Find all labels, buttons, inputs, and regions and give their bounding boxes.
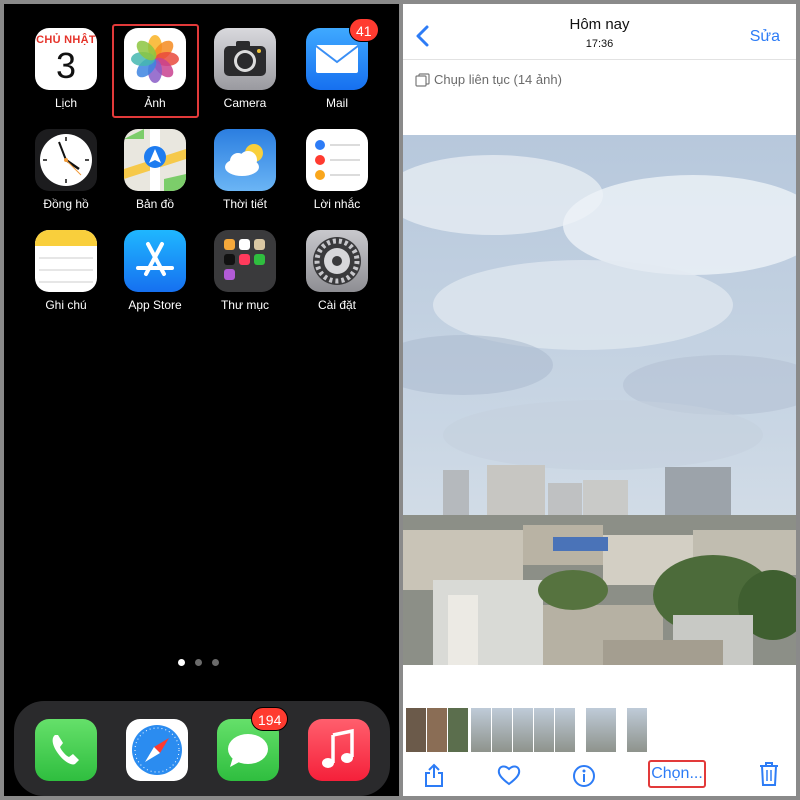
clock-icon bbox=[35, 129, 97, 191]
app-clock[interactable]: Đồng hồ bbox=[26, 129, 106, 211]
thumbnail[interactable] bbox=[555, 708, 575, 752]
app-label: Thư mục bbox=[220, 298, 270, 312]
thumbnail[interactable] bbox=[448, 708, 468, 752]
notes-icon bbox=[35, 230, 97, 292]
page-indicator[interactable] bbox=[178, 659, 219, 666]
messages-icon[interactable]: 194 bbox=[217, 707, 289, 781]
favorite-heart-icon[interactable] bbox=[497, 764, 521, 791]
app-label: Mail bbox=[325, 96, 348, 110]
app-label: Cài đặt bbox=[317, 298, 357, 312]
app-label: Đồng hồ bbox=[43, 197, 89, 211]
app-label: Bản đồ bbox=[135, 197, 175, 211]
edit-button[interactable]: Sửa bbox=[750, 28, 780, 46]
home-screen: CHỦ NHẬT 3 Lịch Ảnh Camera 41 Mail Đồng … bbox=[4, 4, 399, 796]
music-note-icon[interactable] bbox=[308, 719, 370, 781]
info-icon[interactable] bbox=[572, 764, 596, 793]
app-notes[interactable]: Ghi chú bbox=[26, 230, 106, 312]
dock: 194 bbox=[14, 701, 390, 796]
page-title: Hôm nay bbox=[569, 16, 630, 33]
trash-icon[interactable] bbox=[758, 761, 780, 792]
burst-thumbnail-strip[interactable] bbox=[403, 708, 796, 752]
photo-time: 17:36 bbox=[585, 38, 614, 50]
thumbnail-current[interactable] bbox=[586, 708, 616, 752]
phone-icon[interactable] bbox=[35, 719, 97, 781]
share-icon[interactable] bbox=[423, 762, 445, 793]
app-appstore[interactable]: App Store bbox=[115, 230, 195, 312]
app-camera[interactable]: Camera bbox=[205, 28, 285, 110]
page-dot bbox=[178, 659, 185, 666]
app-label: Ghi chú bbox=[45, 298, 87, 312]
app-label: App Store bbox=[128, 298, 182, 312]
thumbnail[interactable] bbox=[406, 708, 426, 752]
app-reminders[interactable]: Lời nhắc bbox=[297, 129, 377, 211]
thumbnail[interactable] bbox=[427, 708, 447, 752]
app-label: Lịch bbox=[54, 96, 77, 110]
mail-badge: 41 bbox=[349, 18, 379, 42]
burst-label: Chụp liên tục (14 ảnh) bbox=[434, 72, 562, 87]
app-settings[interactable]: Cài đặt bbox=[297, 230, 377, 312]
app-weather[interactable]: Thời tiết bbox=[205, 129, 285, 211]
messages-badge: 194 bbox=[251, 707, 289, 731]
settings-gear-icon bbox=[306, 230, 368, 292]
app-mail[interactable]: 41 Mail bbox=[297, 18, 379, 110]
app-folder[interactable]: Thư mục bbox=[205, 230, 285, 312]
thumbnail[interactable] bbox=[534, 708, 554, 752]
app-label: Camera bbox=[223, 96, 267, 110]
thumbnail[interactable] bbox=[513, 708, 533, 752]
appstore-icon bbox=[124, 230, 186, 292]
reminders-icon bbox=[306, 129, 368, 191]
app-maps[interactable]: Bản đồ bbox=[115, 129, 195, 211]
thumbnail[interactable] bbox=[471, 708, 491, 752]
camera-icon bbox=[214, 28, 276, 90]
burst-info: Chụp liên tục (14 ảnh) bbox=[415, 72, 562, 87]
thumbnail[interactable] bbox=[627, 708, 647, 752]
page-dot bbox=[195, 659, 202, 666]
photo-view[interactable] bbox=[403, 135, 796, 665]
page-dot bbox=[212, 659, 219, 666]
folder-icon bbox=[214, 230, 276, 292]
thumbnail[interactable] bbox=[492, 708, 512, 752]
bottom-toolbar: Chọn... bbox=[403, 754, 796, 796]
maps-icon bbox=[124, 129, 186, 191]
app-label: Lời nhắc bbox=[313, 197, 361, 211]
navigation-bar: Hôm nay 17:36 Sửa bbox=[403, 4, 796, 60]
app-calendar[interactable]: CHỦ NHẬT 3 Lịch bbox=[26, 28, 106, 110]
app-label: Thời tiết bbox=[223, 197, 267, 211]
burst-stack-icon bbox=[415, 72, 430, 87]
safari-compass-icon[interactable] bbox=[126, 719, 188, 781]
select-button[interactable]: Chọn... bbox=[648, 760, 706, 788]
photos-highlight-box bbox=[112, 24, 199, 118]
weather-icon bbox=[214, 129, 276, 191]
calendar-icon: CHỦ NHẬT 3 bbox=[35, 28, 97, 90]
photos-app: Hôm nay 17:36 Sửa Chụp liên tục (14 ảnh) bbox=[403, 4, 796, 796]
